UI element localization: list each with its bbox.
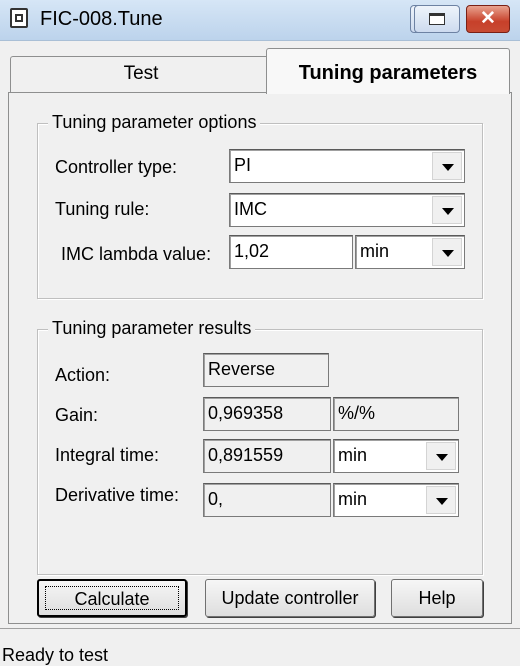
- lambda-value: 1,02: [234, 241, 270, 261]
- action-label: Action:: [55, 365, 111, 385]
- focus-ring: [45, 586, 179, 610]
- derivative-time-label: Derivative time:: [55, 485, 180, 505]
- tuning-rule-select[interactable]: IMC: [229, 193, 465, 227]
- help-label: Help: [418, 588, 456, 608]
- update-controller-button[interactable]: Update controller: [205, 579, 375, 617]
- integral-unit-value: min: [338, 445, 368, 465]
- chevron-down-icon[interactable]: [426, 486, 456, 514]
- derivative-unit-select[interactable]: min: [333, 483, 459, 517]
- tuning-options-legend: Tuning parameter options: [48, 112, 261, 133]
- app-icon[interactable]: [10, 8, 28, 28]
- lambda-label: IMC lambda value:: [61, 244, 212, 264]
- action-value: Reverse: [208, 359, 276, 379]
- derivative-unit-value: min: [338, 489, 368, 509]
- lambda-input[interactable]: 1,02: [229, 235, 353, 269]
- integral-unit-select[interactable]: min: [333, 439, 459, 473]
- derivative-time-field: 0,: [203, 483, 331, 517]
- help-button[interactable]: Help: [391, 579, 483, 617]
- maximize-icon: [429, 13, 445, 25]
- gain-value: 0,969358: [208, 403, 284, 423]
- controller-type-label: Controller type:: [55, 157, 178, 177]
- controller-type-select[interactable]: PI: [229, 149, 465, 183]
- calculate-button[interactable]: Calculate: [37, 579, 187, 617]
- tab-tuning-parameters[interactable]: Tuning parameters: [266, 48, 510, 94]
- derivative-time-value: 0,: [208, 489, 224, 509]
- action-field: Reverse: [203, 353, 329, 387]
- tuning-results-legend: Tuning parameter results: [48, 318, 256, 339]
- gain-field: 0,969358: [203, 397, 331, 431]
- lambda-unit-value: min: [360, 241, 390, 261]
- chevron-down-icon[interactable]: [432, 152, 462, 180]
- tab-test[interactable]: Test: [10, 56, 272, 92]
- tab-panel: Tuning parameter options Controller type…: [8, 92, 512, 624]
- tuning-rule-value: IMC: [234, 199, 267, 219]
- gain-unit-value: %/%: [338, 403, 376, 423]
- tuning-rule-label: Tuning rule:: [55, 199, 150, 219]
- gain-unit-field: %/%: [333, 397, 459, 431]
- chevron-down-icon[interactable]: [432, 196, 462, 224]
- chevron-down-icon[interactable]: [426, 442, 456, 470]
- gain-label: Gain:: [55, 405, 99, 425]
- status-text: Ready to test: [2, 645, 109, 665]
- update-controller-label: Update controller: [221, 588, 359, 608]
- window-title: FIC-008.Tune: [40, 8, 163, 30]
- chevron-down-icon[interactable]: [432, 238, 462, 266]
- integral-time-label: Integral time:: [55, 445, 160, 465]
- integral-time-value: 0,891559: [208, 445, 284, 465]
- status-bar: Ready to test: [0, 628, 520, 666]
- maximize-button[interactable]: [414, 5, 460, 33]
- close-button[interactable]: [466, 5, 510, 33]
- controller-type-value: PI: [234, 155, 252, 175]
- lambda-unit-select[interactable]: min: [355, 235, 465, 269]
- title-bar[interactable]: FIC-008.Tune: [0, 0, 520, 41]
- integral-time-field: 0,891559: [203, 439, 331, 473]
